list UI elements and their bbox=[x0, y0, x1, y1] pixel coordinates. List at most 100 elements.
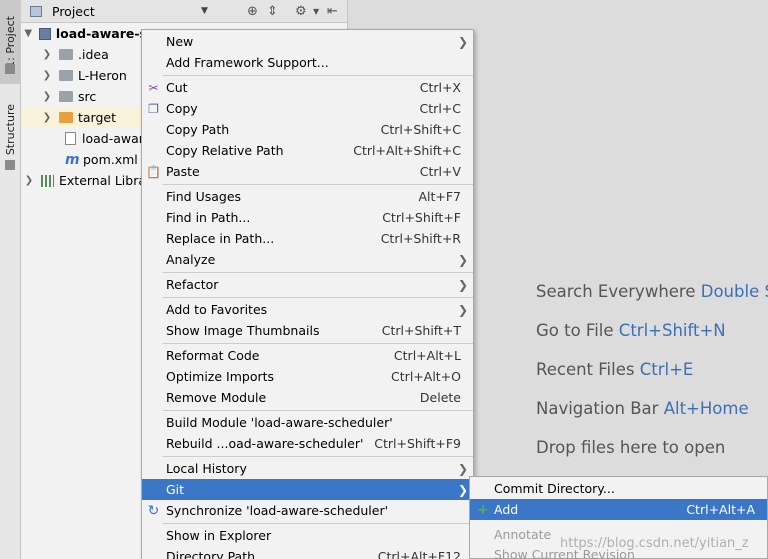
menu-item-add-framework-support[interactable]: Add Framework Support... bbox=[142, 52, 473, 73]
chevron-right-icon[interactable]: ❯ bbox=[41, 91, 53, 102]
menu-item-synchronize[interactable]: ↻ Synchronize 'load-aware-scheduler' bbox=[142, 500, 473, 521]
tree-item-label: .idea bbox=[78, 47, 109, 62]
menu-separator bbox=[163, 343, 473, 344]
chevron-right-icon[interactable]: ❯ bbox=[41, 49, 53, 60]
module-icon bbox=[39, 27, 51, 40]
context-menu: New ❯ Add Framework Support... ✂ Cut Ctrl+X… bbox=[141, 29, 474, 559]
menu-separator bbox=[163, 523, 473, 524]
menu-item-label: Replace in Path... bbox=[166, 231, 275, 246]
menu-item-label: Copy bbox=[166, 101, 198, 116]
tool-window-strip: 1: Project Z: Structure bbox=[0, 0, 21, 559]
locate-icon[interactable]: ⊕ bbox=[247, 4, 258, 19]
menu-item-directory-path[interactable]: Directory Path Ctrl+Alt+F12 bbox=[142, 546, 473, 559]
watermark-text: https://blog.csdn.net/yitian_z bbox=[560, 536, 749, 551]
tree-item-pom[interactable]: m pom.xml bbox=[65, 149, 138, 170]
cut-icon: ✂ bbox=[148, 80, 159, 95]
submenu-arrow-icon: ❯ bbox=[457, 482, 468, 497]
menu-item-show-image-thumbnails[interactable]: Show Image Thumbnails Ctrl+Shift+T bbox=[142, 320, 473, 341]
chevron-right-icon[interactable]: ❯ bbox=[41, 112, 53, 123]
tree-item-label: load-aware-s bbox=[55, 26, 147, 41]
menu-separator bbox=[163, 184, 473, 185]
tree-item-idea[interactable]: ❯ .idea bbox=[41, 44, 109, 65]
menu-item-copy-path[interactable]: Copy Path Ctrl+Shift+C bbox=[142, 119, 473, 140]
chevron-right-icon[interactable]: ❯ bbox=[23, 175, 35, 186]
menu-item-cut[interactable]: ✂ Cut Ctrl+X bbox=[142, 77, 473, 98]
copy-icon: ❐ bbox=[148, 101, 159, 116]
menu-item-local-history[interactable]: Local History ❯ bbox=[142, 458, 473, 479]
menu-item-show-in-explorer[interactable]: Show in Explorer bbox=[142, 525, 473, 546]
project-view-icon bbox=[30, 6, 42, 17]
submenu-arrow-icon: ❯ bbox=[457, 34, 468, 49]
menu-item-shortcut: Ctrl+Alt+A bbox=[686, 502, 755, 517]
hint-drop-files: Drop files here to open bbox=[536, 438, 725, 457]
folder-icon bbox=[59, 49, 73, 60]
menu-item-label: Copy Path bbox=[166, 122, 230, 137]
hide-panel-icon[interactable]: ⇤ bbox=[327, 4, 338, 19]
structure-tool-icon bbox=[5, 160, 15, 170]
menu-item-shortcut: Ctrl+C bbox=[419, 101, 461, 116]
tree-item-module-root[interactable]: ▼ load-aware-s bbox=[23, 23, 147, 44]
tree-item-external-libraries[interactable]: ❯ External Libra bbox=[23, 170, 146, 191]
menu-item-optimize-imports[interactable]: Optimize Imports Ctrl+Alt+O bbox=[142, 366, 473, 387]
menu-item-label: Cut bbox=[166, 80, 188, 95]
menu-item-reformat-code[interactable]: Reformat Code Ctrl+Alt+L bbox=[142, 345, 473, 366]
paste-icon: 📋 bbox=[146, 164, 161, 179]
menu-item-copy[interactable]: ❐ Copy Ctrl+C bbox=[142, 98, 473, 119]
menu-item-copy-relative-path[interactable]: Copy Relative Path Ctrl+Alt+Shift+C bbox=[142, 140, 473, 161]
submenu-arrow-icon: ❯ bbox=[457, 252, 468, 267]
menu-item-replace-in-path[interactable]: Replace in Path... Ctrl+Shift+R bbox=[142, 228, 473, 249]
project-view-selector[interactable]: Project bbox=[52, 4, 95, 19]
hint-text: Recent Files bbox=[536, 360, 640, 379]
menu-separator bbox=[163, 456, 473, 457]
menu-item-label: Find in Path... bbox=[166, 210, 251, 225]
menu-item-label: Refactor bbox=[166, 277, 219, 292]
menu-item-find-usages[interactable]: Find Usages Alt+F7 bbox=[142, 186, 473, 207]
menu-item-label: Add Framework Support... bbox=[166, 55, 329, 70]
menu-item-shortcut: Ctrl+X bbox=[419, 80, 461, 95]
menu-item-remove-module[interactable]: Remove Module Delete bbox=[142, 387, 473, 408]
gear-dropdown-icon[interactable]: ▼ bbox=[313, 7, 319, 16]
tree-item-src[interactable]: ❯ src bbox=[41, 86, 96, 107]
gear-icon[interactable]: ⚙ bbox=[295, 4, 307, 19]
menu-item-shortcut: Ctrl+Shift+C bbox=[380, 122, 461, 137]
menu-item-shortcut: Alt+F7 bbox=[418, 189, 461, 204]
submenu-arrow-icon: ❯ bbox=[457, 277, 468, 292]
hint-search-everywhere: Search Everywhere Double Shi bbox=[536, 282, 768, 301]
menu-item-shortcut: Ctrl+Alt+Shift+C bbox=[353, 143, 461, 158]
menu-separator bbox=[163, 75, 473, 76]
hint-shortcut: Alt+Home bbox=[663, 399, 749, 418]
menu-item-label: Directory Path bbox=[166, 549, 256, 559]
menu-item-shortcut: Ctrl+V bbox=[419, 164, 461, 179]
menu-item-label: Paste bbox=[166, 164, 200, 179]
project-tool-icon bbox=[5, 64, 15, 74]
menu-item-label: Git bbox=[166, 482, 185, 497]
menu-item-shortcut: Delete bbox=[419, 390, 461, 405]
menu-item-analyze[interactable]: Analyze ❯ bbox=[142, 249, 473, 270]
chevron-down-icon[interactable]: ▼ bbox=[201, 6, 208, 16]
menu-item-paste[interactable]: 📋 Paste Ctrl+V bbox=[142, 161, 473, 182]
hint-shortcut: Ctrl+E bbox=[639, 360, 694, 379]
menu-item-label: Commit Directory... bbox=[494, 481, 615, 496]
tree-item-l-heron[interactable]: ❯ L-Heron bbox=[41, 65, 127, 86]
menu-item-label: Find Usages bbox=[166, 189, 242, 204]
menu-item-refactor[interactable]: Refactor ❯ bbox=[142, 274, 473, 295]
chevron-right-icon[interactable]: ❯ bbox=[41, 70, 53, 81]
menu-item-new[interactable]: New ❯ bbox=[142, 31, 473, 52]
menu-item-find-in-path[interactable]: Find in Path... Ctrl+Shift+F bbox=[142, 207, 473, 228]
menu-item-add-to-favorites[interactable]: Add to Favorites ❯ bbox=[142, 299, 473, 320]
git-item-commit-directory[interactable]: Commit Directory... bbox=[470, 478, 767, 499]
chevron-down-icon[interactable]: ▼ bbox=[23, 28, 33, 39]
menu-item-rebuild-module[interactable]: Rebuild ...oad-aware-scheduler' Ctrl+Shif… bbox=[142, 433, 473, 454]
libraries-icon bbox=[41, 174, 54, 187]
tree-item-iml-file[interactable]: load-awar bbox=[65, 128, 144, 149]
menu-item-build-module[interactable]: Build Module 'load-aware-scheduler' bbox=[142, 412, 473, 433]
hint-text: Drop files here to open bbox=[536, 438, 726, 457]
menu-item-git[interactable]: Git ❯ bbox=[142, 479, 473, 500]
hint-navigation-bar: Navigation Bar Alt+Home bbox=[536, 399, 749, 418]
menu-item-label: Build Module 'load-aware-scheduler' bbox=[166, 415, 393, 430]
tree-item-target[interactable]: ❯ target bbox=[21, 107, 141, 128]
menu-item-shortcut: Ctrl+Shift+T bbox=[381, 323, 461, 338]
git-item-add[interactable]: + Add Ctrl+Alt+A bbox=[470, 499, 767, 520]
menu-item-shortcut: Ctrl+Alt+L bbox=[393, 348, 461, 363]
collapse-all-icon[interactable]: ⇕ bbox=[267, 4, 278, 19]
